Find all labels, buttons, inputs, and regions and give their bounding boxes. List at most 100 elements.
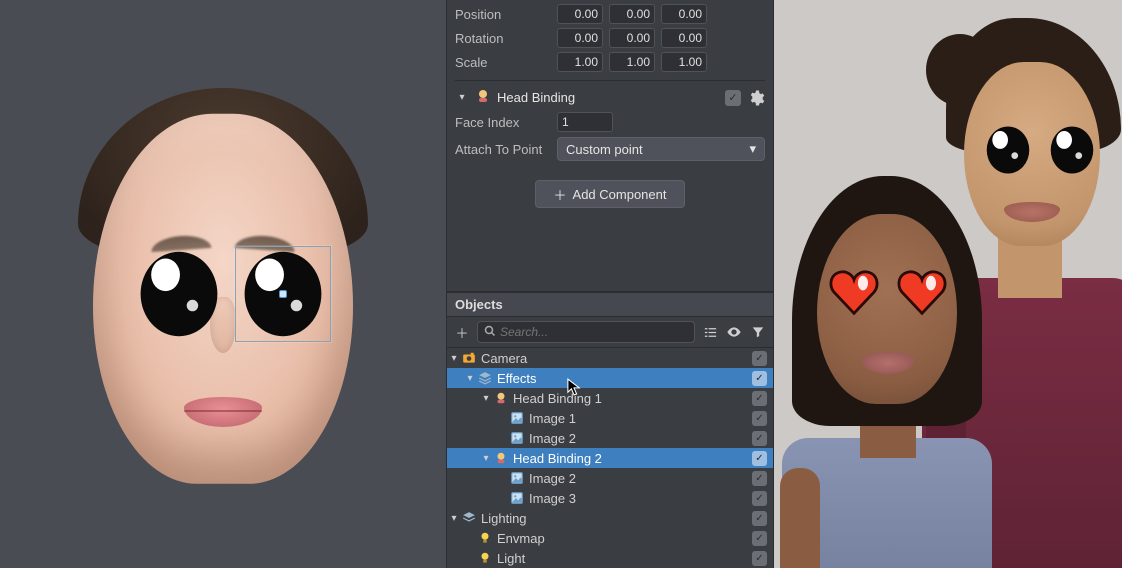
head-binding-icon: [475, 88, 491, 107]
visibility-checkbox[interactable]: ✓: [752, 351, 767, 366]
chevron-down-icon[interactable]: ▾: [447, 513, 461, 524]
tree-row-lighting[interactable]: ▾ Lighting✓: [447, 508, 773, 528]
tree-label: Effects: [497, 371, 752, 386]
tree-label: Camera: [481, 351, 752, 366]
chevron-down-icon[interactable]: ▾: [463, 373, 477, 384]
scale-y-field[interactable]: [609, 52, 655, 72]
transform-rotation-row: Rotation: [455, 26, 765, 50]
big-eye-overlay: [1044, 122, 1100, 178]
plus-icon: ＋: [554, 185, 567, 204]
heart-overlay: [826, 264, 882, 320]
selection-handle-center[interactable]: [279, 290, 287, 298]
tree-row-image-2[interactable]: Image 2✓: [447, 428, 773, 448]
objects-toolbar: ＋: [447, 317, 773, 348]
attach-point-row: Attach To Point Custom point ▾: [455, 134, 765, 164]
add-component-label: Add Component: [573, 187, 667, 202]
tree-label: Image 2: [529, 431, 752, 446]
tree-label: Head Binding 2: [513, 451, 752, 466]
chevron-down-icon[interactable]: ▾: [447, 353, 461, 364]
objects-tree[interactable]: ▾Camera✓▾Effects✓▾Head Binding 1✓Image 1…: [447, 348, 773, 568]
scale-x-field[interactable]: [557, 52, 603, 72]
tree-label: Light: [497, 551, 752, 566]
visibility-checkbox[interactable]: ✓: [752, 411, 767, 426]
visibility-checkbox[interactable]: ✓: [752, 491, 767, 506]
visibility-checkbox[interactable]: ✓: [752, 371, 767, 386]
position-y-field[interactable]: [609, 4, 655, 24]
tree-row-head-binding-1[interactable]: ▾Head Binding 1✓: [447, 388, 773, 408]
eye-sprite-right[interactable]: [235, 246, 331, 342]
tree-label: Envmap: [497, 531, 752, 546]
rotation-x-field[interactable]: [557, 28, 603, 48]
visibility-checkbox[interactable]: ✓: [752, 431, 767, 446]
headbind-icon: [493, 450, 509, 466]
chevron-down-icon[interactable]: ▾: [455, 92, 469, 103]
gear-icon[interactable]: [747, 89, 765, 107]
search-input[interactable]: [500, 325, 688, 339]
tree-row-image-3[interactable]: Image 3✓: [447, 488, 773, 508]
visibility-checkbox[interactable]: ✓: [752, 551, 767, 566]
bulb-icon: [477, 550, 493, 566]
viewport-3d[interactable]: [0, 0, 446, 568]
component-enabled-checkbox[interactable]: ✓: [725, 90, 741, 106]
chevron-down-icon: ▾: [749, 141, 756, 157]
tree-row-light[interactable]: Light✓: [447, 548, 773, 568]
bulb-icon: [477, 530, 493, 546]
scale-z-field[interactable]: [661, 52, 707, 72]
objects-search[interactable]: [477, 321, 695, 343]
cursor-icon: [567, 378, 581, 396]
tree-row-image-2[interactable]: Image 2✓: [447, 468, 773, 488]
objects-panel: Objects ＋ ▾Camera✓▾Effects✓▾Head Binding…: [447, 291, 773, 568]
add-object-button[interactable]: ＋: [453, 323, 471, 341]
filter-icon[interactable]: [749, 323, 767, 341]
position-label: Position: [455, 7, 551, 22]
face-preview: [73, 74, 373, 494]
section-title: Head Binding: [497, 90, 719, 105]
transform-position-row: Position: [455, 2, 765, 26]
camera-icon: [461, 350, 477, 366]
image-icon: [509, 430, 525, 446]
list-mode-icon[interactable]: [701, 323, 719, 341]
chevron-down-icon[interactable]: ▾: [479, 453, 493, 464]
person-1: [782, 68, 992, 568]
tree-label: Lighting: [481, 511, 752, 526]
face-index-field[interactable]: [557, 112, 613, 132]
visibility-checkbox[interactable]: ✓: [752, 531, 767, 546]
add-component-button[interactable]: ＋ Add Component: [535, 180, 685, 208]
visibility-checkbox[interactable]: ✓: [752, 471, 767, 486]
visibility-checkbox[interactable]: ✓: [752, 451, 767, 466]
attach-value: Custom point: [566, 142, 643, 157]
image-icon: [509, 410, 525, 426]
head-binding-section-header[interactable]: ▾ Head Binding ✓: [455, 80, 765, 110]
face-index-row: Face Index: [455, 110, 765, 134]
visibility-icon[interactable]: [725, 323, 743, 341]
tree-row-image-1[interactable]: Image 1✓: [447, 408, 773, 428]
tree-label: Image 2: [529, 471, 752, 486]
rotation-z-field[interactable]: [661, 28, 707, 48]
tree-row-head-binding-2[interactable]: ▾ Head Binding 2✓: [447, 448, 773, 468]
visibility-checkbox[interactable]: ✓: [752, 391, 767, 406]
visibility-checkbox[interactable]: ✓: [752, 511, 767, 526]
position-z-field[interactable]: [661, 4, 707, 24]
effects-icon: [477, 370, 493, 386]
lighting-icon: [461, 510, 477, 526]
inspector-panel: Position Rotation Scale ▾: [447, 0, 773, 218]
rotation-label: Rotation: [455, 31, 551, 46]
chevron-down-icon[interactable]: ▾: [479, 393, 493, 404]
headbind-icon: [493, 390, 509, 406]
search-icon: [484, 325, 496, 340]
position-x-field[interactable]: [557, 4, 603, 24]
tree-row-camera[interactable]: ▾ Camera✓: [447, 348, 773, 368]
attach-label: Attach To Point: [455, 142, 551, 157]
attach-point-dropdown[interactable]: Custom point ▾: [557, 137, 765, 161]
transform-scale-row: Scale: [455, 50, 765, 74]
image-icon: [509, 470, 525, 486]
heart-overlay: [894, 264, 950, 320]
tree-row-envmap[interactable]: Envmap✓: [447, 528, 773, 548]
face-index-label: Face Index: [455, 115, 551, 130]
tree-row-effects[interactable]: ▾ Effects✓: [447, 368, 773, 388]
eye-sprite-left[interactable]: [131, 246, 227, 342]
tree-label: Image 1: [529, 411, 752, 426]
rotation-y-field[interactable]: [609, 28, 655, 48]
image-icon: [509, 490, 525, 506]
selection-box[interactable]: [235, 246, 331, 342]
